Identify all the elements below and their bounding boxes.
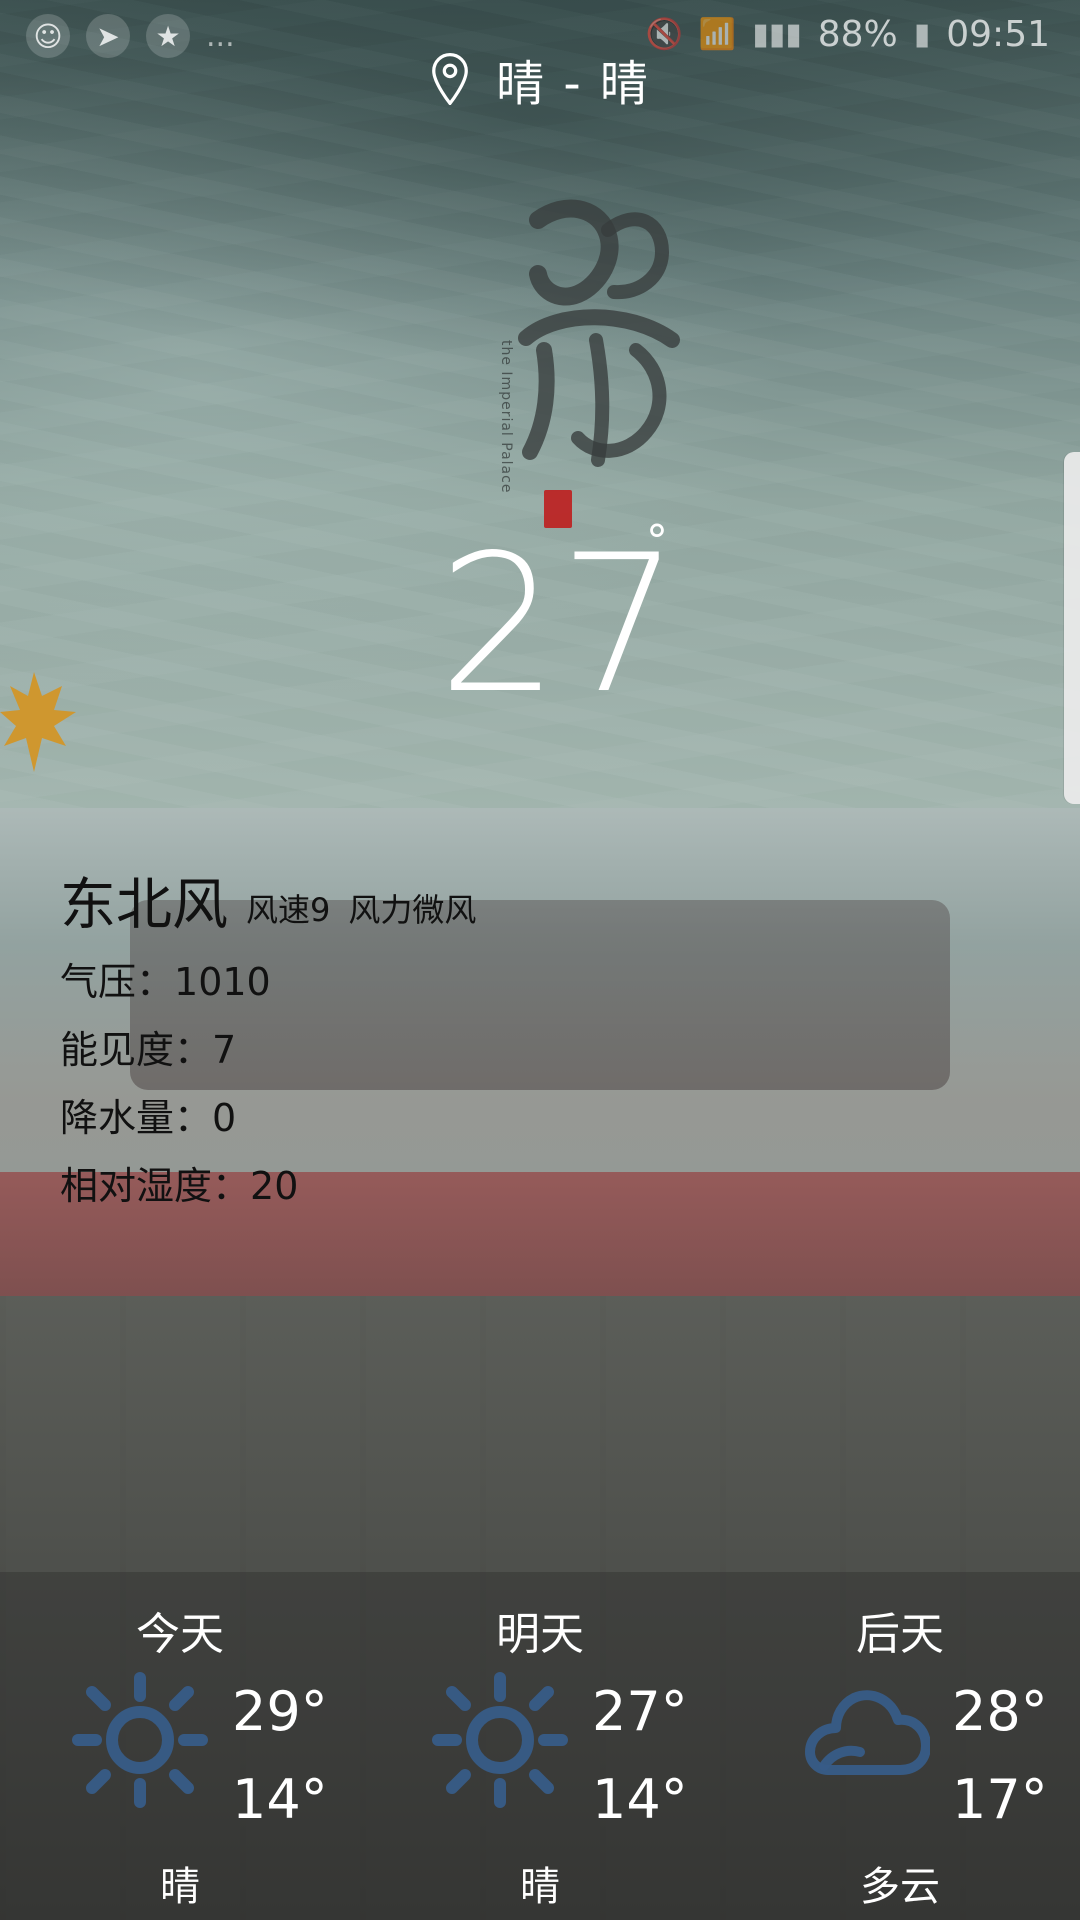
forecast-condition: 多云 — [860, 1864, 940, 1910]
current-temperature: 27 — [438, 514, 680, 735]
forecast-low: 14° — [232, 1768, 328, 1831]
forecast-day-label: 后天 — [856, 1609, 944, 1660]
forbidden-city-logo: the Imperial Palace — [486, 190, 706, 550]
precipitation-value: 0 — [212, 1096, 237, 1140]
forecast-day-day-after-tomorrow[interactable]: 后天 28° 17° 多云 — [720, 1572, 1080, 1920]
logo-artwork: the Imperial Palace — [498, 199, 680, 528]
forecast-day-label: 明天 — [496, 1609, 584, 1660]
visibility-value: 7 — [212, 1028, 237, 1072]
forecast-high: 29° — [232, 1680, 328, 1743]
current-temperature-degree: ° — [646, 516, 668, 567]
weather-screen: ☺ ➤ ★ ... 🔇 📶 ▮▮▮ 88% ▮ 09:51 晴 - 晴 the … — [0, 0, 1080, 1920]
three-day-forecast: 今天 29° 14° 晴 明天 27° 14° 晴 后天 28° 17° 多云 — [0, 1572, 1080, 1920]
location-title-row: 晴 - 晴 — [0, 44, 1080, 114]
forecast-condition: 晴 — [520, 1864, 560, 1910]
forecast-high: 27° — [592, 1680, 688, 1743]
wind-speed: 风速9 — [246, 891, 331, 929]
humidity-label: 相对湿度： — [60, 1164, 251, 1208]
weather-details: 东北风 风速9 风力微风 气压：1010 能见度：7 降水量：0 相对湿度：20 — [60, 874, 476, 1210]
forecast-day-tomorrow[interactable]: 明天 27° 14° 晴 — [360, 1572, 720, 1920]
wind-line: 东北风 风速9 风力微风 — [60, 874, 476, 938]
pressure-label: 气压： — [60, 960, 175, 1004]
precipitation-row: 降水量：0 — [60, 1094, 476, 1142]
visibility-label: 能见度： — [60, 1028, 213, 1072]
cloud-icon — [805, 1690, 930, 1775]
sun-icon — [72, 1672, 208, 1808]
leaf-icon — [0, 672, 76, 772]
visibility-row: 能见度：7 — [60, 1026, 476, 1074]
forecast-day-today[interactable]: 今天 29° 14° 晴 — [0, 1572, 360, 1920]
side-panel-handle[interactable] — [1064, 452, 1080, 804]
wind-force: 风力微风 — [348, 891, 477, 929]
location-title: 晴 - 晴 — [496, 56, 650, 112]
forecast-low: 14° — [592, 1768, 688, 1831]
forecast-high: 28° — [952, 1680, 1048, 1743]
pressure-value: 1010 — [174, 960, 271, 1004]
sun-icon — [432, 1672, 568, 1808]
pressure-row: 气压：1010 — [60, 958, 476, 1006]
humidity-value: 20 — [250, 1164, 299, 1208]
location-pin-icon — [432, 53, 468, 105]
forecast-day-label: 今天 — [136, 1609, 224, 1660]
forecast-low: 17° — [952, 1768, 1048, 1831]
wind-direction: 东北风 — [60, 873, 228, 938]
precipitation-label: 降水量： — [60, 1096, 213, 1140]
logo-subtitle: the Imperial Palace — [498, 340, 514, 493]
forecast-condition: 晴 — [160, 1864, 200, 1910]
humidity-row: 相对湿度：20 — [60, 1162, 476, 1210]
